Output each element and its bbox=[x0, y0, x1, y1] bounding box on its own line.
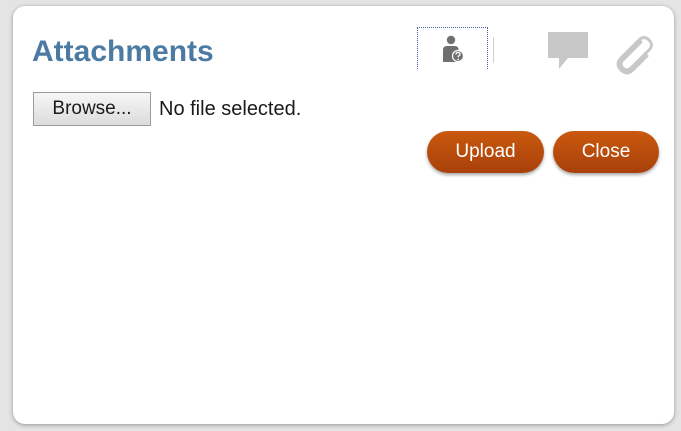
dialog-title: Attachments bbox=[32, 35, 214, 68]
close-button[interactable]: Close bbox=[553, 131, 659, 173]
paperclip-icon[interactable] bbox=[611, 33, 655, 77]
toolbar-separator bbox=[493, 37, 494, 63]
attachments-dialog: Attachments Browse... No file selected. … bbox=[13, 6, 674, 424]
user-help-icon bbox=[443, 35, 464, 63]
file-selection-status: No file selected. bbox=[159, 98, 302, 120]
upload-button[interactable]: Upload bbox=[427, 131, 544, 173]
user-help-button[interactable] bbox=[417, 27, 488, 69]
browse-button[interactable]: Browse... bbox=[33, 92, 151, 126]
comment-icon[interactable] bbox=[548, 32, 588, 70]
